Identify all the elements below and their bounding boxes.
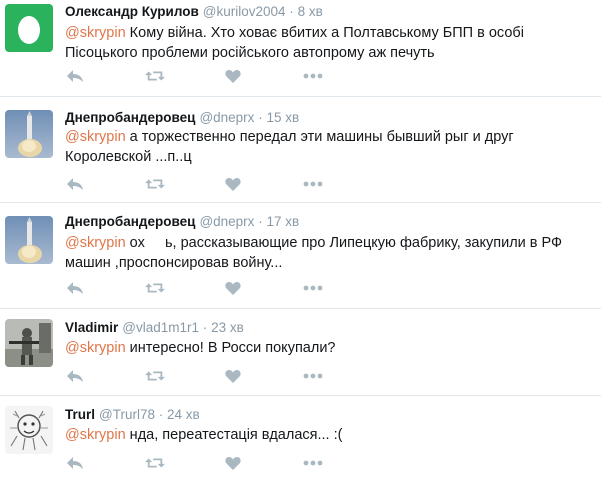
timestamp[interactable]: 17 хв xyxy=(266,214,299,229)
mention-link[interactable]: @skrypin xyxy=(65,129,126,145)
reply-icon[interactable] xyxy=(65,66,85,86)
like-icon[interactable] xyxy=(223,278,243,298)
tweet-4[interactable]: Vladimir @vlad1m1r1 · 23 хв @skrypin инте… xyxy=(0,308,601,396)
mention-link[interactable]: @skrypin xyxy=(65,25,126,41)
more-icon[interactable] xyxy=(303,453,323,473)
more-icon[interactable] xyxy=(303,278,323,298)
tweet-body: Кому війна. Хто ховає вбитих а Полтавськ… xyxy=(65,25,524,61)
separator: · xyxy=(258,110,263,125)
mention-link[interactable]: @skrypin xyxy=(65,235,126,251)
tweet-1[interactable]: Олександр Курилов @kurilov2004 · 8 хв @sk… xyxy=(0,0,601,97)
author-handle[interactable]: @dneprx xyxy=(199,110,254,125)
tweet-2[interactable]: Днепробандеровец @dneprx · 15 хв @skrypin… xyxy=(0,96,601,203)
tweet-body: ох ь, рассказывающие про Липецкую фабрик… xyxy=(65,235,567,271)
author-name[interactable]: Днепробандеровец xyxy=(65,110,195,125)
more-icon[interactable] xyxy=(303,366,323,386)
author-handle[interactable]: @vlad1m1r1 xyxy=(122,320,199,335)
tweet-body: нда, переатестація вдалася... :( xyxy=(125,427,343,443)
reply-icon[interactable] xyxy=(65,174,85,194)
more-icon[interactable] xyxy=(303,66,323,86)
timestamp[interactable]: 24 хв xyxy=(167,407,200,422)
egg-avatar-icon[interactable] xyxy=(5,4,53,52)
retweet-icon[interactable] xyxy=(145,453,165,473)
tweet-body: а торжественно передал эти машины бывший… xyxy=(65,129,514,165)
tweet-3[interactable]: Днепробандеровец @dneprx · 17 хв @skrypin… xyxy=(0,202,601,309)
retweet-icon[interactable] xyxy=(145,366,165,386)
tweet-body: интересно! В Росси покупали? xyxy=(125,340,336,356)
reply-icon[interactable] xyxy=(65,278,85,298)
timestamp[interactable]: 15 хв xyxy=(266,110,299,125)
separator: · xyxy=(158,407,164,422)
like-icon[interactable] xyxy=(223,174,243,194)
timestamp[interactable]: 23 хв xyxy=(211,320,244,335)
tweet-text: @skrypin Кому війна. Хто ховає вбитих а … xyxy=(65,23,585,63)
tweet-text: @skrypin нда, переатестація вдалася... :… xyxy=(65,425,585,445)
rocket-launch-avatar-icon[interactable] xyxy=(5,110,53,158)
separator: · xyxy=(202,320,208,335)
retweet-icon[interactable] xyxy=(145,66,165,86)
tweet-5[interactable]: Trurl @Trurl78 · 24 хв @skrypin нда, пере… xyxy=(0,395,601,482)
reply-icon[interactable] xyxy=(65,453,85,473)
reply-icon[interactable] xyxy=(65,366,85,386)
mention-link[interactable]: @skrypin xyxy=(65,427,126,443)
retweet-icon[interactable] xyxy=(145,174,165,194)
like-icon[interactable] xyxy=(223,453,243,473)
rocket-launch-avatar-icon[interactable] xyxy=(5,216,53,264)
author-name[interactable]: Олександр Курилов xyxy=(65,4,199,19)
author-handle[interactable]: @kurilov2004 xyxy=(203,4,286,19)
sketch-avatar-icon[interactable] xyxy=(5,406,53,454)
like-icon[interactable] xyxy=(223,66,243,86)
author-name[interactable]: Trurl xyxy=(65,407,95,422)
mention-link[interactable]: @skrypin xyxy=(65,340,126,356)
author-handle[interactable]: @dneprx xyxy=(199,214,254,229)
timestamp[interactable]: 8 хв xyxy=(298,4,323,19)
separator: · xyxy=(258,214,263,229)
tweet-text: @skrypin интересно! В Росси покупали? xyxy=(65,338,585,358)
soldier-photo-avatar-icon[interactable] xyxy=(5,319,53,367)
more-icon[interactable] xyxy=(303,174,323,194)
separator: · xyxy=(289,4,294,19)
retweet-icon[interactable] xyxy=(145,278,165,298)
tweet-text: @skrypin а торжественно передал эти маши… xyxy=(65,127,585,167)
author-name[interactable]: Vladimir xyxy=(65,320,118,335)
author-name[interactable]: Днепробандеровец xyxy=(65,214,195,229)
author-handle[interactable]: @Trurl78 xyxy=(99,407,155,422)
tweet-text: @skrypin ох ь, рассказывающие про Липецк… xyxy=(65,233,585,273)
like-icon[interactable] xyxy=(223,366,243,386)
